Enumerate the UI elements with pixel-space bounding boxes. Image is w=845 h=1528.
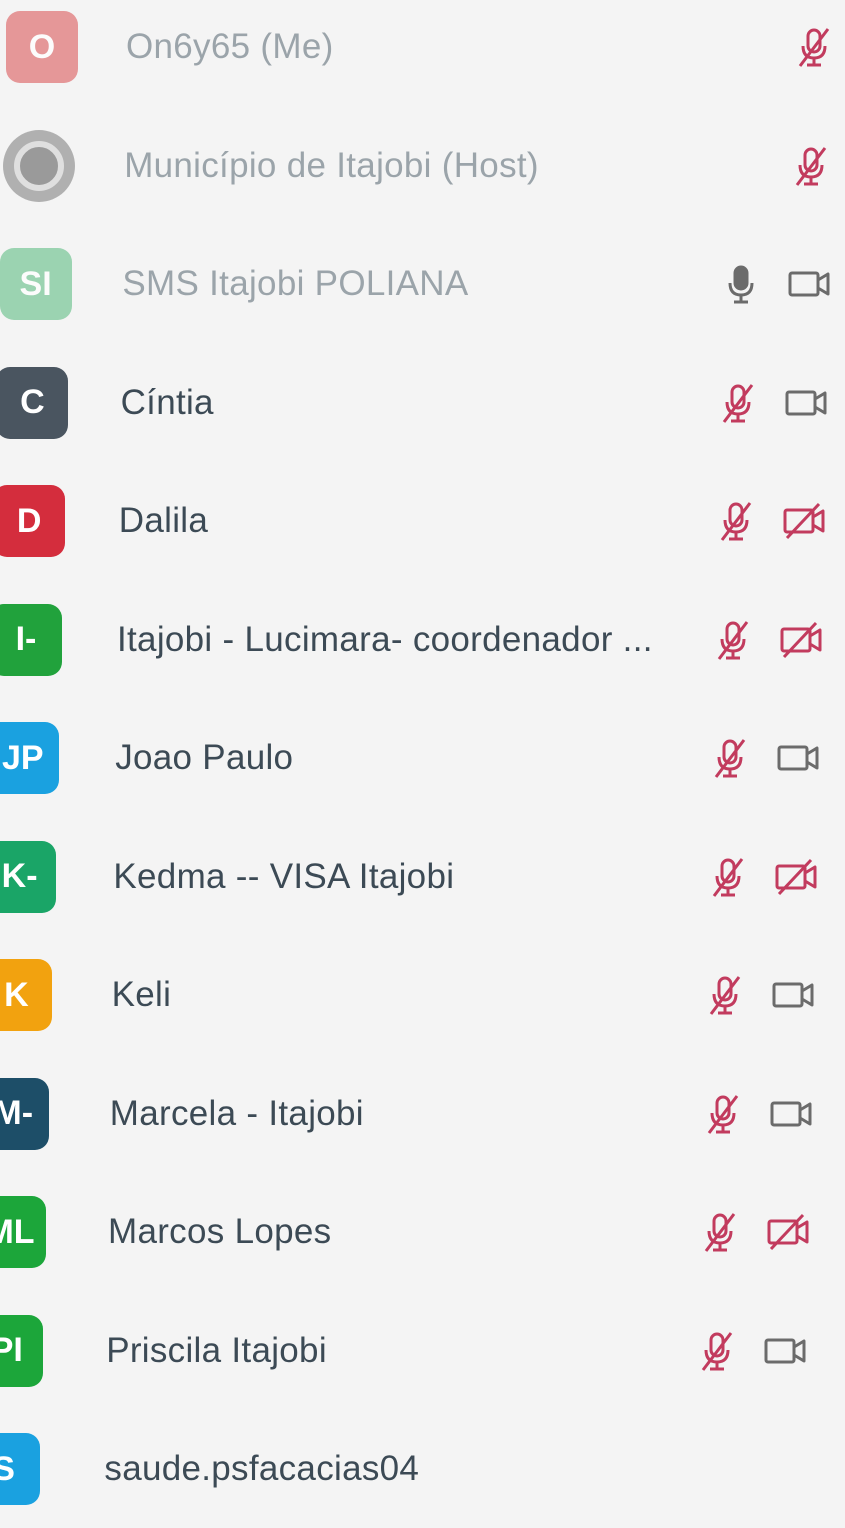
- video-off-icon[interactable]: [778, 617, 824, 663]
- participant-row[interactable]: K Keli: [0, 936, 845, 1054]
- participant-status-icons: [788, 143, 834, 189]
- mic-muted-icon[interactable]: [700, 1091, 746, 1137]
- participant-row[interactable]: Ssaude.psfacacias04: [0, 1410, 845, 1528]
- avatar: C: [0, 366, 69, 439]
- mic-muted-icon[interactable]: [697, 1209, 743, 1255]
- participant-status-icons: [705, 854, 819, 900]
- participant-name: Marcos Lopes: [108, 1212, 332, 1251]
- participant-row[interactable]: PI Priscila Itajobi: [0, 1292, 845, 1410]
- participant-row[interactable]: Município de Itajobi (Host): [0, 107, 845, 225]
- participant-name: Marcela - Itajobi: [109, 1093, 364, 1133]
- participant-row[interactable]: JP Joao Paulo: [0, 699, 845, 817]
- participant-row[interactable]: ML Marcos Lopes: [0, 1173, 845, 1291]
- participant-row[interactable]: O On6y65 (Me): [0, 0, 845, 106]
- participant-name: Dalila: [118, 501, 209, 540]
- participant-name: Cíntia: [120, 382, 214, 422]
- participant-status-icons: [694, 1328, 808, 1374]
- participant-status-icons: [718, 261, 832, 307]
- avatar: D: [0, 485, 66, 557]
- mic-muted-icon[interactable]: [715, 380, 761, 426]
- host-logo-avatar: [2, 129, 75, 202]
- mic-muted-icon[interactable]: [710, 617, 756, 663]
- avatar: JP: [0, 722, 59, 794]
- participant-status-icons: [710, 617, 824, 663]
- participant-status-icons: [697, 1209, 811, 1255]
- participant-name: Joao Paulo: [115, 738, 294, 777]
- video-icon[interactable]: [786, 261, 832, 307]
- avatar: O: [6, 11, 78, 83]
- participant-status-icons: [702, 972, 816, 1018]
- mic-muted-icon[interactable]: [791, 24, 837, 70]
- avatar: K: [0, 959, 53, 1031]
- video-icon[interactable]: [783, 380, 829, 426]
- avatar: M-: [0, 1077, 50, 1150]
- avatar: PI: [0, 1314, 43, 1387]
- video-icon[interactable]: [768, 1091, 814, 1137]
- video-icon[interactable]: [775, 735, 821, 781]
- participant-row[interactable]: I- Itajobi - Lucimara- coordenador ...: [0, 581, 845, 699]
- avatar: S: [0, 1433, 40, 1505]
- participant-row[interactable]: D Dalila: [0, 462, 845, 580]
- participant-name: Priscila Itajobi: [106, 1330, 327, 1370]
- participant-name: On6y65 (Me): [126, 27, 334, 66]
- participant-row[interactable]: C Cíntia: [0, 344, 845, 462]
- participant-row[interactable]: SI SMS Itajobi POLIANA: [0, 225, 845, 343]
- avatar: I-: [0, 603, 62, 676]
- participant-row[interactable]: M- Marcela - Itajobi: [0, 1055, 845, 1173]
- video-off-icon[interactable]: [773, 854, 819, 900]
- avatar: ML: [0, 1196, 46, 1268]
- avatar: SI: [0, 248, 72, 320]
- participant-name: Keli: [111, 975, 172, 1014]
- mic-muted-icon[interactable]: [705, 854, 751, 900]
- video-off-icon[interactable]: [781, 498, 827, 544]
- participant-name: Kedma -- VISA Itajobi: [113, 856, 455, 896]
- mic-muted-icon[interactable]: [694, 1328, 740, 1374]
- video-icon[interactable]: [770, 972, 816, 1018]
- participant-status-icons: [713, 498, 827, 544]
- participant-status-icons: [700, 1091, 814, 1137]
- mic-muted-icon[interactable]: [713, 498, 759, 544]
- participant-row[interactable]: K- Kedma -- VISA Itajobi: [0, 818, 845, 936]
- mic-muted-icon[interactable]: [707, 735, 753, 781]
- participant-name: SMS Itajobi POLIANA: [122, 264, 469, 303]
- avatar: K-: [0, 840, 56, 913]
- mic-muted-icon[interactable]: [702, 972, 748, 1018]
- video-icon[interactable]: [762, 1328, 808, 1374]
- mic-muted-icon[interactable]: [788, 143, 834, 189]
- participants-list: O On6y65 (Me) Município de Itajobi (Host) S…: [0, 0, 845, 1505]
- participant-status-icons: [791, 24, 837, 70]
- participant-status-icons: [707, 735, 821, 781]
- mic-icon[interactable]: [718, 261, 764, 307]
- participant-name: saude.psfacacias04: [104, 1449, 420, 1488]
- participant-name: Itajobi - Lucimara- coordenador ...: [117, 619, 653, 659]
- participant-status-icons: [715, 380, 829, 426]
- video-off-icon[interactable]: [765, 1209, 811, 1255]
- municipal-seal-icon: [13, 140, 64, 191]
- participant-name: Município de Itajobi (Host): [124, 145, 539, 185]
